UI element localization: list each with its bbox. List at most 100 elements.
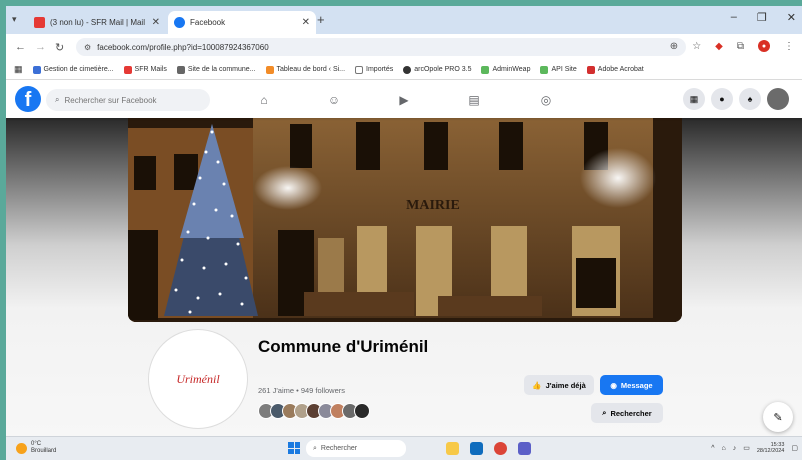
url-text: facebook.com/profile.php?id=100087924367… [97,42,269,52]
friends-icon[interactable]: ☺ [326,92,342,108]
taskbar-search[interactable]: ⌕ Rechercher [306,440,406,457]
bookmark-item[interactable]: Adobe Acrobat [586,65,644,74]
bookmark-item[interactable]: Site de la commune... [176,65,256,74]
tab-search-icon[interactable]: ▾ [12,14,17,25]
close-tab-icon[interactable]: ✕ [302,17,310,28]
facebook-header: f ⌕ ⌂ ☺ ▶ ▤ ◎ ▦ ● ♠ [6,80,802,118]
profile-avatar[interactable]: ● [758,40,770,52]
bookmark-folder[interactable]: Importés [355,65,393,74]
cover-photo[interactable]: MAIRIE [128,118,682,322]
urimenil-logo: Uriménil [176,371,220,386]
tab-sfr-mail[interactable]: (3 non lu) - SFR Mail | Mail ✕ [28,11,166,34]
facebook-search[interactable]: ⌕ [46,89,210,111]
facebook-logo-icon[interactable]: f [15,86,41,112]
follower-avatar[interactable] [354,403,370,419]
bookmarks-bar: ▦ Gestion de cimetière... SFR Mails Site… [6,60,802,80]
close-window-icon[interactable]: ✕ [787,11,796,24]
menu-grid-icon[interactable]: ▦ [683,88,705,110]
battery-icon[interactable]: ▭ [743,444,750,452]
bookmark-icon [403,65,412,74]
profile-area: MAIRIE Uriménil Commune d'Uriménil 261 J… [6,118,802,436]
bookmark-item[interactable]: Gestion de cimetière... [32,65,114,74]
clock-date: 28/12/2024 [756,448,785,454]
bookmark-icon [481,65,490,74]
back-icon[interactable]: ← [15,41,26,53]
page-avatar[interactable]: Uriménil [149,330,247,428]
message-button[interactable]: ◉ Message [600,375,663,395]
video-icon[interactable]: ▶ [396,92,412,108]
account-avatar[interactable] [767,88,789,110]
marketplace-icon[interactable]: ▤ [466,92,482,108]
extensions-puzzle-icon[interactable]: ⧉ [737,41,744,52]
bookmark-label: API Site [551,66,577,73]
weather-sun-icon [16,442,27,454]
notifications-icon[interactable]: ▢ [791,444,798,452]
message-button-label: Message [620,380,653,390]
bookmark-label: SFR Mails [134,66,167,73]
follower-avatars [258,403,370,419]
page-search-button[interactable]: ⌕ Rechercher [591,403,663,423]
bookmark-item[interactable]: API Site [540,65,577,74]
apps-grid-icon[interactable]: ▦ [14,64,23,75]
windows-start-icon[interactable] [288,442,300,454]
bookmark-icon [265,65,274,74]
home-icon[interactable]: ⌂ [256,92,272,108]
network-icon[interactable]: ⌂ [721,445,725,452]
forward-icon[interactable]: → [35,41,46,53]
bookmark-star-icon[interactable]: ☆ [692,41,701,52]
bookmark-label: AdminWeap [492,66,531,73]
reload-icon[interactable]: ↻ [55,41,64,54]
clock[interactable]: 15:33 28/12/2024 [757,442,785,454]
tray-chevron-icon[interactable]: ^ [711,445,714,452]
bookmark-icon [540,65,549,74]
messenger-icon[interactable]: ● [711,88,733,110]
browser-actions: ⊕ ☆ ◆ ⧉ ● ⋮ [670,40,794,52]
chrome-icon[interactable] [494,442,507,455]
window-controls: – ❐ ✕ [731,11,796,24]
search-button-label: Rechercher [610,408,652,418]
volume-icon[interactable]: ♪ [733,445,737,452]
bookmark-label: Tableau de bord ‹ Si... [276,66,346,73]
teams-icon[interactable] [518,442,531,455]
taskbar-search-label: Rechercher [320,445,358,452]
cover-photo-image: MAIRIE [128,118,682,322]
mairie-sign-text: MAIRIE [406,198,460,213]
sfr-mail-favicon-icon [34,17,45,28]
bookmark-item[interactable]: SFR Mails [123,65,167,74]
search-icon: ⌕ [313,444,317,452]
bookmark-item[interactable]: arcOpole PRO 3.5 [403,65,471,74]
facebook-search-input[interactable] [64,95,195,105]
install-app-icon[interactable]: ⊕ [670,41,678,52]
minimize-icon[interactable]: – [731,11,737,24]
close-tab-icon[interactable]: ✕ [152,17,160,28]
outlook-icon[interactable] [470,442,483,455]
system-tray: ^ ⌂ ♪ ▭ 15:33 28/12/2024 ▢ [711,442,798,454]
site-info-icon[interactable]: ⚙ [84,43,91,52]
notifications-bell-icon[interactable]: ♠ [739,88,761,110]
file-explorer-icon[interactable] [446,442,459,455]
compose-edit-icon[interactable]: ✎ [763,402,793,432]
gaming-icon[interactable]: ◎ [538,92,554,108]
folder-icon [355,65,364,74]
page-stats[interactable]: 261 J'aime • 949 followers [258,386,345,395]
bookmark-icon [32,65,41,74]
bookmark-label: Adobe Acrobat [597,66,644,73]
extension-icon[interactable]: ◆ [715,41,723,52]
weather-temp: 0°C [31,441,42,447]
bookmark-item[interactable]: Tableau de bord ‹ Si... [265,65,346,74]
messenger-icon: ◉ [610,380,617,390]
windows-taskbar: 0°C Brouillard ⌕ Rechercher ^ ⌂ ♪ ▭ 15:3… [6,436,802,460]
bookmark-item[interactable]: AdminWeap [481,65,531,74]
bookmark-label: Site de la commune... [187,66,256,73]
bookmark-icon [176,65,185,74]
tab-title: Facebook [190,18,226,27]
menu-dots-icon[interactable]: ⋮ [784,41,794,52]
weather-widget[interactable]: 0°C Brouillard [16,441,56,455]
new-tab-icon[interactable]: + [317,12,325,27]
screen: ▾ (3 non lu) - SFR Mail | Mail ✕ Faceboo… [6,6,802,460]
maximize-icon[interactable]: ❐ [757,11,767,24]
bookmark-icon [123,65,132,74]
address-bar[interactable]: ⚙ facebook.com/profile.php?id=1000879243… [76,38,686,56]
like-page-button[interactable]: 👍 J'aime déjà [524,375,594,395]
tab-facebook[interactable]: Facebook ✕ [168,11,316,34]
